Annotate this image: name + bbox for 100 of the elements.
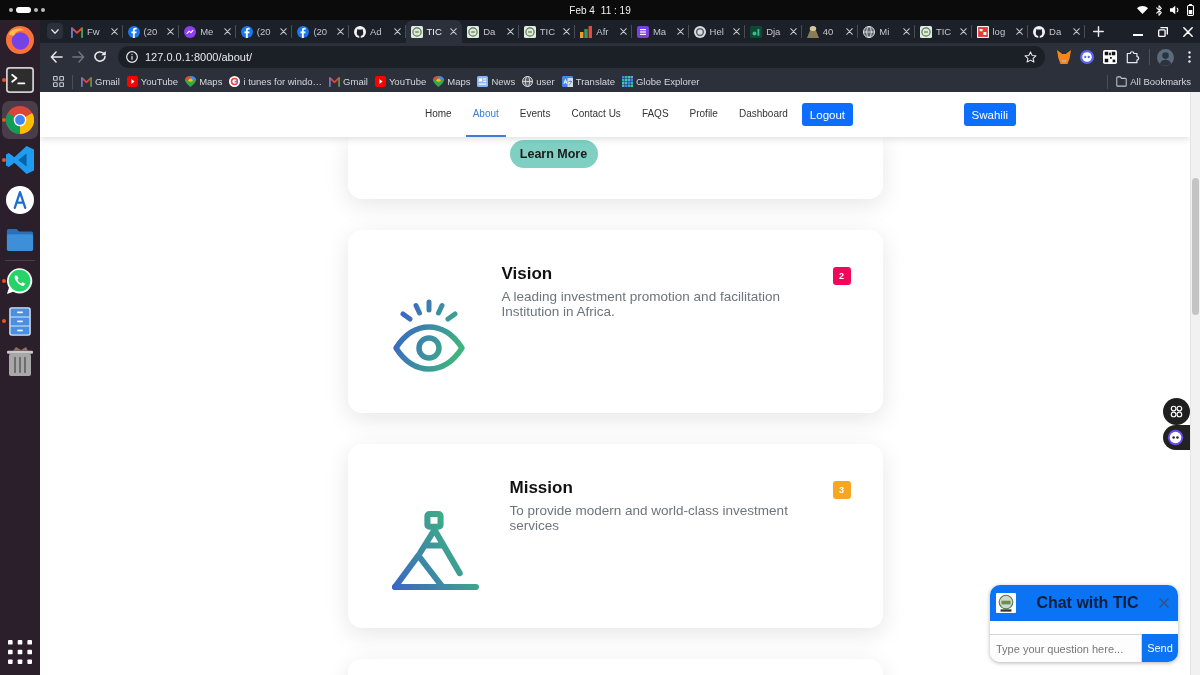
bookmark-link[interactable]: Maps [433,76,471,87]
emblem-icon [996,593,1016,613]
qr-code-icon[interactable] [1103,50,1117,64]
robot-face-icon[interactable] [1080,50,1094,64]
bar-chart-icon [580,25,593,38]
restore-icon[interactable] [1158,26,1168,37]
battery-icon[interactable] [1187,4,1194,16]
scrollbar-thumb[interactable] [1192,178,1199,315]
circle-logo-icon [693,25,706,38]
minimize-icon[interactable] [1133,33,1143,36]
phone-bubble-icon [6,267,34,295]
nav-link[interactable]: Profile [682,92,725,137]
card-title: Mission [509,478,574,498]
newspaper-icon [477,76,489,87]
image-icon [976,25,989,38]
cat-logo-icon [1033,25,1046,38]
chat-title: Chat with TIC [1035,594,1140,612]
all-bookmarks-link[interactable]: All Bookmarks [1116,76,1191,87]
app-store-icon [6,186,34,214]
tab-list-button[interactable] [47,23,63,39]
send-button[interactable]: Send [1142,634,1178,662]
globe-icon [863,25,876,38]
mail-icon [71,25,83,38]
emblem-icon [467,25,480,38]
chat-bubble-icon [184,25,197,38]
nav-link[interactable]: FAQS [634,92,676,137]
play-icon [374,76,386,87]
map-pin-icon [185,76,197,87]
question-field[interactable]: Type your question here... [990,634,1142,662]
globe-icon [522,76,534,87]
puzzle-icon[interactable] [1126,50,1140,64]
reload-icon[interactable] [94,51,107,63]
bot-face-icon[interactable] [1163,425,1190,450]
dock-app-button[interactable] [2,101,38,139]
bookmark-link[interactable]: i tunes for windo… [229,76,323,87]
scrollbar[interactable] [1190,92,1200,675]
card-title: Vision [501,264,554,284]
question-input[interactable]: Type your question here... [996,639,1137,658]
more-icon[interactable] [1188,51,1191,63]
cat-logo-icon [353,25,366,38]
file-cabinet-icon [9,306,31,336]
folder-icon [1116,76,1128,87]
nav-link[interactable]: Contact Us [564,92,628,137]
browser-tab[interactable]: TIC [405,20,463,43]
language-button[interactable]: Swahili [963,103,1016,126]
bookmark-link[interactable]: News [477,76,516,87]
map-pin-icon [433,76,445,87]
bookmark-link[interactable]: user [522,76,555,87]
bookmark-link[interactable]: Gmail [329,76,368,87]
app-grid-icon[interactable] [53,76,64,87]
star-icon[interactable] [1024,51,1037,63]
nav-link[interactable]: Events [512,92,558,137]
info-icon[interactable] [126,51,138,63]
bookmark-link[interactable]: Maps [185,76,223,87]
number-badge: 2 [832,267,851,285]
address-bar[interactable]: 127.0.0.1:8000/about/ [118,46,1045,68]
f-logo-icon [240,25,253,38]
app-grid-icon[interactable] [8,640,32,664]
play-icon [126,76,138,87]
card-description: A leading investment promotion and facilitation Institution in Africa. [501,289,781,319]
translate-icon [561,76,573,87]
workspace-indicator-icon[interactable] [9,7,45,13]
code-editor-icon [6,146,34,174]
learn-more-button[interactable]: Learn More [509,140,598,168]
bluetooth-icon[interactable] [1156,4,1162,16]
tiles-icon [621,76,633,87]
clock-button[interactable]: Feb 4 11 : 19 [567,2,633,18]
nav-link[interactable]: Dashboard [731,92,795,137]
emblem-icon [410,25,423,38]
back-arrow-icon[interactable] [50,51,63,63]
speaker-icon[interactable] [1170,5,1179,15]
bookmark-link[interactable]: YouTube [374,76,427,87]
bookmark-link[interactable]: Translate [561,76,615,87]
trash-icon [7,346,33,376]
wifi-icon[interactable] [1137,6,1148,14]
f-logo-icon [127,25,140,38]
emblem-icon [919,25,932,38]
bookmark-link[interactable]: Globe Explorer [621,76,700,87]
mail-icon [329,76,341,87]
number-badge: 3 [832,481,851,499]
terminal-icon [6,67,34,93]
bookmark-link[interactable]: Gmail [81,76,120,87]
logout-button[interactable]: Logout [801,103,854,126]
avatar-icon[interactable] [1157,48,1174,66]
f-logo-icon [297,25,310,38]
card-description: To provide modern and world-class investment services [509,503,789,533]
list-icon [636,25,649,38]
g-logo-icon [229,76,241,87]
shortcut-icon[interactable] [1163,398,1190,425]
mail-icon [81,76,92,87]
bookmark-link[interactable]: YouTube [126,76,179,87]
folder-icon [6,228,34,252]
figure-icon [806,25,819,38]
square-logo-icon [750,25,763,38]
nav-link[interactable]: Home [418,92,459,137]
browser-icon [6,106,34,134]
plus-icon[interactable] [1092,26,1104,37]
fox-head-icon[interactable] [1057,50,1071,64]
mountain-flag-icon [391,510,479,590]
emblem-icon [523,25,536,38]
